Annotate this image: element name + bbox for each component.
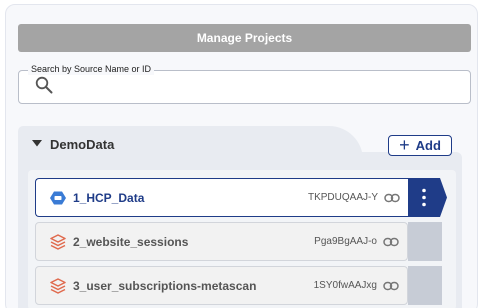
add-button[interactable]: + Add [388, 135, 452, 156]
more-options-icon[interactable] [408, 178, 447, 217]
search-input[interactable] [60, 75, 460, 97]
project-name: 2_website_sessions [73, 234, 189, 249]
link-icon[interactable] [384, 192, 400, 204]
link-icon[interactable] [383, 236, 399, 248]
project-row[interactable]: 2_website_sessions Pga9BgAAJ-o [35, 222, 408, 261]
project-row[interactable]: 3_user_subscriptions-metascan 1SY0fwAAJx… [35, 266, 408, 305]
project-name: 1_HCP_Data [73, 190, 145, 205]
search-label: Search by Source Name or ID [28, 64, 155, 75]
project-row[interactable]: 1_HCP_Data TKPDUQAAJ-Y [35, 178, 408, 217]
project-id: TKPDUQAAJ-Y [307, 192, 378, 203]
project-name: 3_user_subscriptions-metascan [73, 278, 257, 293]
stack-icon [50, 234, 66, 250]
row-handle[interactable] [408, 266, 442, 305]
row-handle[interactable] [408, 222, 442, 261]
manage-projects-button[interactable]: Manage Projects [18, 24, 471, 52]
project-id: 1SY0fwAAJxg [313, 280, 377, 291]
add-label: Add [415, 138, 441, 153]
caret-down-icon[interactable] [32, 140, 42, 147]
cube-icon [50, 191, 66, 205]
stack-icon [50, 278, 66, 294]
project-id: Pga9BgAAJ-o [314, 236, 377, 247]
plus-icon: + [399, 134, 410, 155]
link-icon[interactable] [383, 280, 399, 292]
search-icon [35, 76, 53, 94]
group-name: DemoData [50, 137, 115, 152]
